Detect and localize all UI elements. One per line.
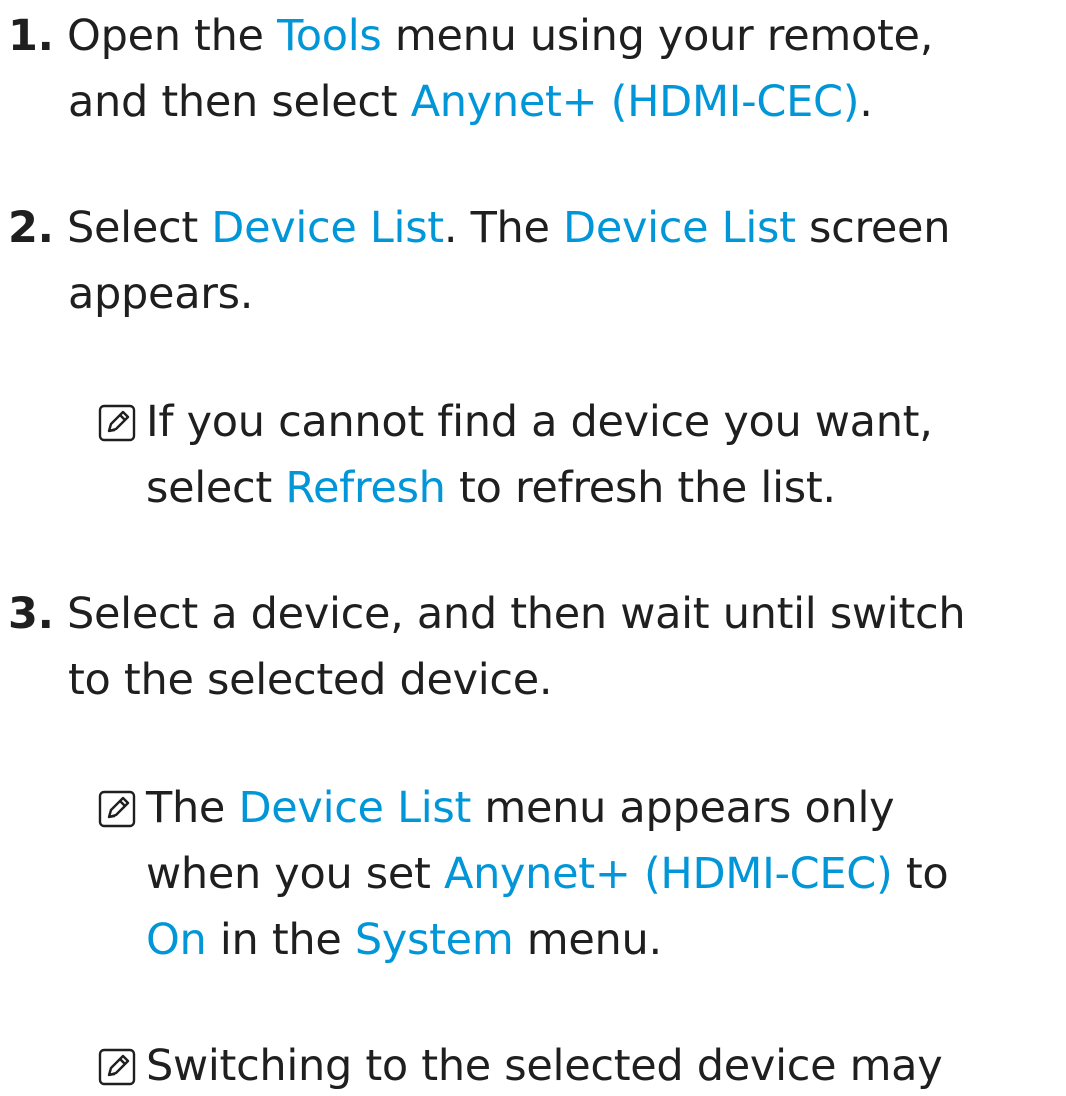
text-run: . The	[443, 203, 564, 253]
text-run: to	[892, 849, 949, 899]
text-run: menu appears only	[471, 783, 895, 833]
step-1-line-1: 1. Open the Tools menu using your remote…	[8, 6, 933, 66]
ui-term-tools: Tools	[277, 11, 382, 61]
text-run: Open the	[67, 11, 278, 61]
text-run: to refresh the list.	[445, 463, 836, 513]
step-2-line-1: 2. Select Device List. The Device List s…	[8, 198, 950, 258]
ui-term-device-list: Device List	[211, 203, 444, 253]
text-run: menu using your remote,	[381, 11, 934, 61]
text-run: Select a device, and then wait until swi…	[67, 589, 966, 639]
note-2-line-1: The Device List menu appears only	[146, 778, 895, 838]
note-icon	[98, 790, 136, 828]
ui-term-refresh: Refresh	[285, 463, 446, 513]
text-run: The	[146, 783, 239, 833]
text-run: Select	[67, 203, 212, 253]
note-3-line-1: Switching to the selected device may	[146, 1036, 943, 1096]
text-run: If you cannot find a device you want,	[146, 397, 933, 447]
manual-page: 1. Open the Tools menu using your remote…	[0, 0, 1066, 1091]
ui-term-anynet: Anynet+ (HDMI-CEC)	[410, 77, 860, 127]
step-2-line-2: appears.	[68, 264, 253, 324]
text-run: when you set	[146, 849, 444, 899]
text-run: select	[146, 463, 286, 513]
note-1-line-1: If you cannot find a device you want,	[146, 392, 933, 452]
ui-term-on: On	[146, 915, 207, 965]
step-number: 1.	[8, 11, 54, 61]
ui-term-anynet: Anynet+ (HDMI-CEC)	[443, 849, 893, 899]
text-run: appears.	[68, 269, 254, 319]
note-1-line-2: select Refresh to refresh the list.	[146, 458, 836, 518]
note-icon	[98, 404, 136, 442]
step-number: 2.	[8, 203, 54, 253]
text-run: Switching to the selected device may	[146, 1041, 943, 1091]
step-3-line-2: to the selected device.	[68, 650, 553, 710]
step-1-line-2: and then select Anynet+ (HDMI-CEC).	[68, 72, 873, 132]
note-2-line-3: On in the System menu.	[146, 910, 662, 970]
ui-term-system: System	[354, 915, 514, 965]
text-run: and then select	[68, 77, 411, 127]
text-run: .	[859, 77, 873, 127]
ui-term-device-list: Device List	[238, 783, 472, 833]
note-2-line-2: when you set Anynet+ (HDMI-CEC) to	[146, 844, 949, 904]
note-icon	[98, 1048, 136, 1086]
step-number: 3.	[8, 589, 54, 639]
text-run: in the	[206, 915, 355, 965]
step-3-line-1: 3. Select a device, and then wait until …	[8, 584, 966, 644]
text-run: menu.	[513, 915, 662, 965]
text-run: to the selected device.	[68, 655, 553, 705]
ui-term-device-list: Device List	[563, 203, 796, 253]
text-run: screen	[795, 203, 951, 253]
